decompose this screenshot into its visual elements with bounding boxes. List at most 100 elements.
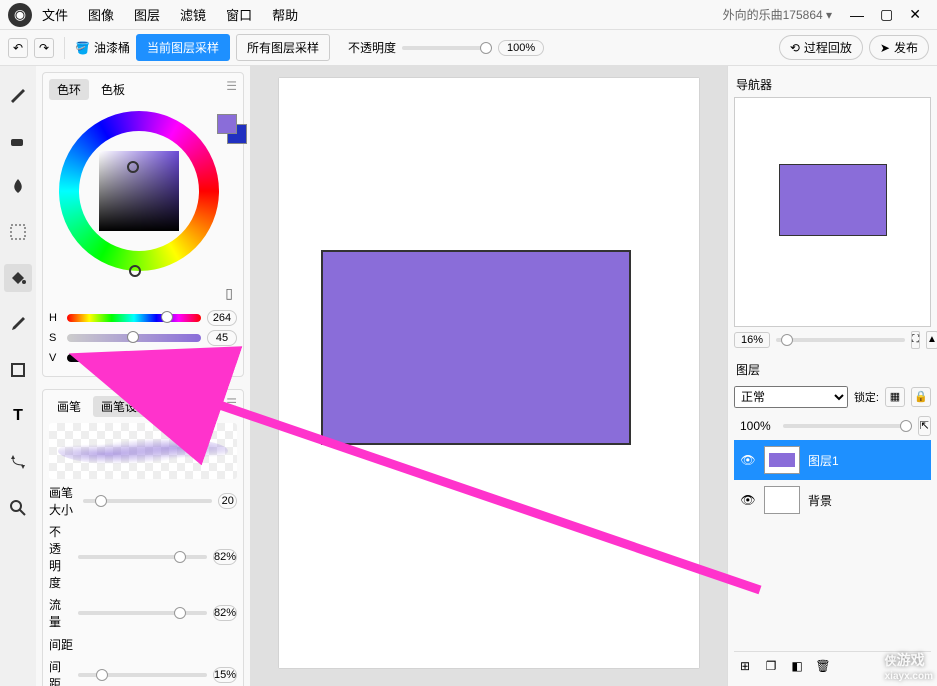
color-ring-tab[interactable]: 色环	[49, 79, 89, 100]
navigator-zoom-value[interactable]: 16%	[734, 332, 770, 348]
purple-rectangle	[321, 250, 631, 445]
brush-size-label: 画笔大小	[49, 484, 77, 518]
close-button[interactable]: ✕	[901, 6, 929, 23]
brush-preview	[49, 423, 237, 479]
navigator-preview[interactable]	[734, 97, 931, 327]
sat-value[interactable]: 45	[207, 330, 237, 346]
brush-panel-menu-icon[interactable]: ☰	[226, 396, 237, 417]
brush-tab[interactable]: 画笔	[49, 396, 89, 417]
new-doc-icon[interactable]: ▯	[225, 285, 233, 302]
brush-opacity-value[interactable]: 82%	[213, 549, 237, 565]
layer-props-button[interactable]: ◧	[786, 656, 808, 676]
replay-button[interactable]: ⟲过程回放	[779, 35, 863, 60]
blend-mode-select[interactable]: 正常	[734, 386, 848, 408]
text-tool[interactable]: T	[4, 402, 32, 430]
opacity-value[interactable]: 100%	[498, 40, 544, 56]
menu-bar: ◉ 文件 图像 图层 滤镜 窗口 帮助 外向的乐曲175864 ▾ — ▢ ✕	[0, 0, 937, 30]
panel-menu-icon[interactable]: ☰	[226, 79, 237, 100]
publish-button[interactable]: ➤发布	[869, 35, 929, 60]
zoom-tool[interactable]	[4, 494, 32, 522]
brush-size-slider[interactable]	[83, 499, 212, 503]
color-swatch-pair[interactable]	[217, 114, 237, 134]
toolbar: ↶ ↷ 🪣 油漆桶 当前图层采样 所有图层采样 不透明度 100% ⟲过程回放 …	[0, 30, 937, 66]
brush-flow-label: 流量	[49, 596, 72, 630]
menu-file[interactable]: 文件	[32, 5, 78, 24]
hue-value[interactable]: 264	[207, 310, 237, 326]
menu-image[interactable]: 图像	[78, 5, 124, 24]
foreground-swatch[interactable]	[217, 114, 237, 134]
lock-all-button[interactable]: 🔒	[911, 387, 931, 407]
marquee-tool[interactable]	[4, 218, 32, 246]
hue-label: H	[49, 312, 61, 324]
brush-panel: 画笔 画笔设置 ☰ 画笔大小20 不透明度82% 流量82% 间距 间距15% …	[42, 389, 244, 686]
color-swatch-tab[interactable]: 色板	[93, 79, 133, 100]
visibility-icon[interactable]: 👁	[740, 453, 756, 467]
copy-layer-button[interactable]: ❐	[760, 656, 782, 676]
brush-size-value[interactable]: 20	[218, 493, 237, 509]
brush-tool[interactable]	[4, 80, 32, 108]
app-logo-icon: ◉	[8, 3, 32, 27]
sat-label: S	[49, 332, 61, 344]
layer-link-button[interactable]: ⇱	[918, 416, 931, 436]
left-panel: 色环 色板 ☰ ▯ H264 S45 V85 画笔 画	[36, 66, 250, 686]
eraser-tool[interactable]	[4, 126, 32, 154]
val-slider[interactable]	[67, 354, 201, 362]
brush-spacing-value[interactable]: 15%	[213, 667, 237, 683]
navigator-title: 导航器	[734, 72, 931, 97]
menu-layer[interactable]: 图层	[124, 5, 170, 24]
val-value[interactable]: 85	[207, 350, 237, 366]
hue-slider[interactable]	[67, 314, 201, 322]
fit-screen-button[interactable]: ⛶	[911, 331, 920, 349]
transform-tool[interactable]	[4, 448, 32, 476]
color-wheel-handle[interactable]	[129, 265, 141, 277]
delete-layer-button[interactable]: 🗑	[812, 656, 834, 676]
layer-opacity-value[interactable]: 100%	[734, 418, 777, 434]
layer-item-background[interactable]: 👁 背景	[734, 480, 931, 520]
maximize-button[interactable]: ▢	[872, 6, 901, 23]
spacing-section-label: 间距	[49, 636, 237, 653]
lock-pixels-button[interactable]: ▦	[885, 387, 905, 407]
color-square[interactable]	[99, 151, 179, 231]
sample-current-layer-button[interactable]: 当前图层采样	[136, 34, 230, 61]
sample-all-layers-button[interactable]: 所有图层采样	[236, 34, 330, 61]
layer-opacity-slider[interactable]	[783, 424, 912, 428]
eyedropper-tool[interactable]	[4, 310, 32, 338]
layer-thumbnail	[764, 486, 800, 514]
menu-window[interactable]: 窗口	[216, 5, 262, 24]
brush-settings-tab[interactable]: 画笔设置	[93, 396, 157, 417]
shape-tool[interactable]	[4, 356, 32, 384]
color-square-handle[interactable]	[127, 161, 139, 173]
layer-item-1[interactable]: 👁 图层1	[734, 440, 931, 480]
layer-list: 👁 图层1 👁 背景	[734, 440, 931, 651]
layers-title: 图层	[734, 357, 931, 382]
watermark: 侠游戏 xiayx.com	[885, 648, 933, 682]
brush-spacing-label: 间距	[49, 658, 72, 686]
brush-opacity-label: 不透明度	[49, 523, 72, 591]
brush-opacity-slider[interactable]	[78, 555, 207, 559]
color-panel: 色环 色板 ☰ ▯ H264 S45 V85	[42, 72, 244, 377]
smudge-tool[interactable]	[4, 172, 32, 200]
menu-filter[interactable]: 滤镜	[170, 5, 216, 24]
current-tool-label: 🪣 油漆桶	[75, 39, 130, 56]
opacity-slider[interactable]	[402, 46, 492, 50]
lock-label: 锁定:	[854, 389, 879, 405]
user-label[interactable]: 外向的乐曲175864 ▾	[713, 6, 842, 23]
minimize-button[interactable]: —	[842, 7, 872, 23]
visibility-icon[interactable]: 👁	[740, 493, 756, 507]
navigator-zoom-slider[interactable]	[776, 338, 905, 342]
canvas[interactable]	[279, 78, 699, 668]
menu-help[interactable]: 帮助	[262, 5, 308, 24]
layer-thumbnail	[764, 446, 800, 474]
undo-button[interactable]: ↶	[8, 38, 28, 58]
flip-button[interactable]: ▲	[926, 331, 937, 349]
bucket-icon: 🪣	[75, 41, 90, 55]
brush-flow-value[interactable]: 82%	[213, 605, 237, 621]
publish-icon: ➤	[880, 41, 890, 55]
bucket-tool[interactable]	[4, 264, 32, 292]
brush-spacing-slider[interactable]	[78, 673, 207, 677]
sat-slider[interactable]	[67, 334, 201, 342]
new-layer-button[interactable]: ⊞	[734, 656, 756, 676]
redo-button[interactable]: ↷	[34, 38, 54, 58]
layer-name: 图层1	[808, 452, 839, 469]
brush-flow-slider[interactable]	[78, 611, 207, 615]
